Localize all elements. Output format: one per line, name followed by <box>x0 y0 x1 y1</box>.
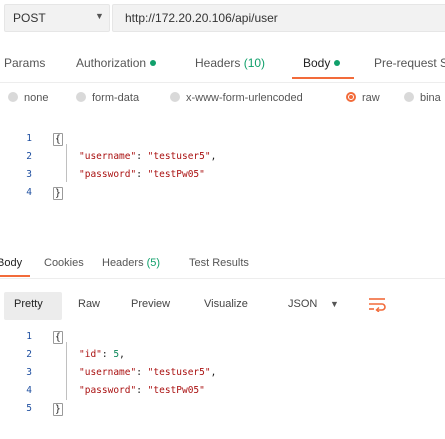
tab-headers[interactable]: Headers (10) <box>195 56 265 70</box>
code-line: 3 "username": "testuser5", <box>0 367 445 381</box>
code-text: { <box>53 331 63 344</box>
view-visualize-button[interactable]: Visualize <box>204 298 248 310</box>
body-mode-selector: none form-data x-www-form-urlencoded raw… <box>0 88 445 110</box>
tab-params[interactable]: Params <box>4 56 45 70</box>
code-text: "id": 5, <box>79 349 125 360</box>
mode-none[interactable]: none <box>8 92 48 104</box>
code-line: 5 } <box>0 403 445 417</box>
mode-urlencoded[interactable]: x-www-form-urlencoded <box>170 92 303 104</box>
url-text: http://172.20.20.106/api/user <box>125 11 278 25</box>
json-key: "username" <box>79 367 137 378</box>
json-trail: , <box>119 349 125 360</box>
line-number: 1 <box>26 133 32 144</box>
tab-active-indicator <box>292 77 354 79</box>
mode-form-data-label: form-data <box>92 92 140 104</box>
code-line: 3 "password": "testPw05" <box>0 169 445 183</box>
line-number: 5 <box>26 403 32 414</box>
radio-icon <box>76 92 86 102</box>
tab-test-results[interactable]: Test Results <box>189 257 249 269</box>
view-pretty-label: Pretty <box>14 298 43 310</box>
radio-icon <box>170 92 180 102</box>
json-value: "testuser5" <box>147 151 211 162</box>
code-line: 4 "password": "testPw05" <box>0 385 445 399</box>
mode-form-data[interactable]: form-data <box>76 92 139 104</box>
tab-headers-label: Headers <box>195 56 241 70</box>
line-number: 4 <box>26 187 32 198</box>
json-key: "id" <box>79 349 102 360</box>
json-value: "testPw05" <box>147 385 205 396</box>
code-text: { <box>53 133 63 146</box>
line-number: 1 <box>26 331 32 342</box>
tab-response-headers-count: (5) <box>146 257 161 269</box>
response-tabs: Body Cookies Headers (5) Test Results <box>0 250 445 279</box>
code-line: 2 "id": 5, <box>0 349 445 363</box>
code-line: 2 "username": "testuser5", <box>0 151 445 165</box>
json-trail: , <box>210 367 217 378</box>
code-text: "password": "testPw05" <box>79 169 205 180</box>
code-text: "username": "testuser5", <box>79 367 217 378</box>
radio-icon <box>404 92 414 102</box>
format-select[interactable]: JSON ▼ <box>282 294 352 318</box>
code-text: } <box>53 403 63 416</box>
line-number: 3 <box>26 367 32 378</box>
tab-response-headers-label: Headers <box>102 257 144 269</box>
json-value: "testPw05" <box>147 169 205 180</box>
tab-prerequest[interactable]: Pre-request S <box>374 56 445 70</box>
mode-raw[interactable]: raw <box>346 92 380 104</box>
json-value: "testuser5" <box>147 367 211 378</box>
json-key: "username" <box>79 151 137 162</box>
url-input[interactable]: http://172.20.20.106/api/user <box>112 4 445 32</box>
json-trail: , <box>210 151 217 162</box>
response-view-toolbar: Pretty Raw Preview Visualize JSON ▼ <box>0 288 445 320</box>
tab-body-label: Body <box>303 56 331 70</box>
code-text: } <box>53 187 63 200</box>
mode-none-label: none <box>24 92 49 104</box>
tab-response-headers[interactable]: Headers (5) <box>102 257 160 269</box>
tab-cookies[interactable]: Cookies <box>44 257 84 269</box>
tab-active-indicator <box>0 275 30 277</box>
tab-authorization-label: Authorization <box>76 56 147 70</box>
code-line: 4 } <box>0 187 445 201</box>
json-key: "password" <box>79 169 137 180</box>
code-line: 1 { <box>0 331 445 345</box>
mode-binary-label: bina <box>420 92 441 104</box>
radio-selected-icon <box>346 92 356 102</box>
status-dot-icon <box>334 60 341 66</box>
tab-body[interactable]: Body <box>303 56 341 70</box>
request-tabs: Params Authorization Headers (10) Body P… <box>0 50 445 83</box>
line-number: 2 <box>26 349 32 360</box>
code-text: "password": "testPw05" <box>79 385 205 396</box>
view-raw-button[interactable]: Raw <box>78 298 100 310</box>
line-number: 3 <box>26 169 32 180</box>
request-bar: POST ▼ http://172.20.20.106/api/user <box>0 0 445 34</box>
tab-response-body[interactable]: Body <box>0 257 22 269</box>
request-body-editor[interactable]: 1 { 2 "username": "testuser5", 3 "passwo… <box>0 130 445 210</box>
mode-urlencoded-label: x-www-form-urlencoded <box>186 92 303 104</box>
method-label: POST <box>13 11 46 25</box>
format-label: JSON <box>288 298 318 310</box>
tab-headers-count: (10) <box>243 56 266 70</box>
chevron-down-icon: ▼ <box>95 11 104 21</box>
chevron-down-icon: ▼ <box>330 299 339 309</box>
json-key: "password" <box>79 385 137 396</box>
status-dot-icon <box>150 60 157 66</box>
method-select[interactable]: POST ▼ <box>4 4 110 32</box>
code-line: 1 { <box>0 133 445 147</box>
line-number: 2 <box>26 151 32 162</box>
response-body-viewer[interactable]: 1 { 2 "id": 5, 3 "username": "testuser5"… <box>0 328 445 428</box>
mode-binary[interactable]: bina <box>404 92 441 104</box>
view-preview-button[interactable]: Preview <box>131 298 170 310</box>
line-number: 4 <box>26 385 32 396</box>
view-pretty-button[interactable]: Pretty <box>4 292 62 320</box>
wrap-lines-icon[interactable] <box>368 296 386 312</box>
code-text: "username": "testuser5", <box>79 151 217 162</box>
tab-authorization[interactable]: Authorization <box>76 56 157 70</box>
mode-raw-label: raw <box>362 92 380 104</box>
radio-icon <box>8 92 18 102</box>
